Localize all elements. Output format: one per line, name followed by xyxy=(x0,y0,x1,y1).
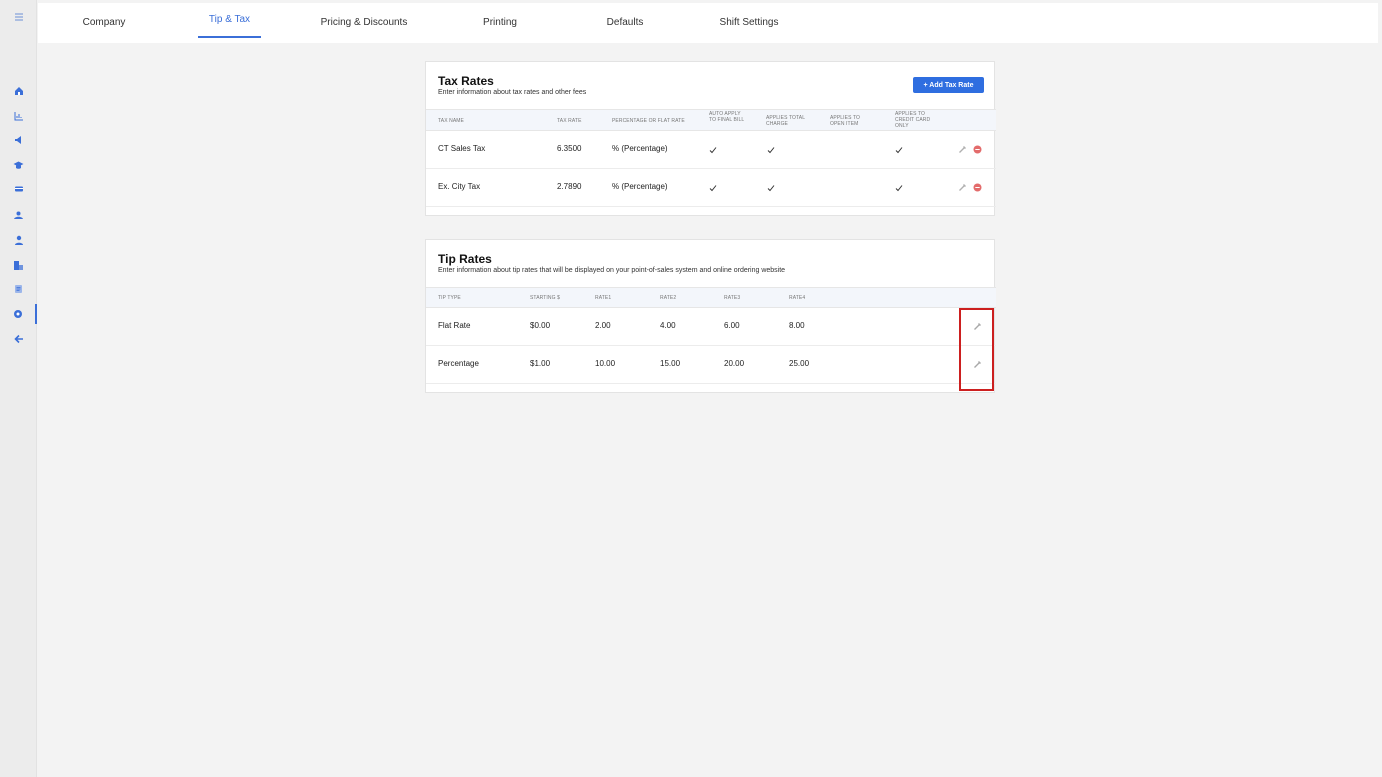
tip-rate4: 25.00 xyxy=(789,359,810,368)
table-row: Percentage $1.00 10.00 15.00 20.00 25.00 xyxy=(426,346,996,384)
table-row: CT Sales Tax 6.3500 % (Percentage) xyxy=(426,131,996,169)
tip-starting: $0.00 xyxy=(530,321,551,330)
column-header: TAX NAME xyxy=(438,118,464,124)
menu-icon[interactable] xyxy=(0,7,37,27)
column-header: AUTO APPLY TO FINAL BILL xyxy=(709,111,745,123)
tip-type: Flat Rate xyxy=(438,321,471,330)
column-header: TIP TYPE xyxy=(438,295,461,301)
table-row: Flat Rate $0.00 2.00 4.00 6.00 8.00 xyxy=(426,308,996,346)
table-row: Ex. City Tax 2.7890 % (Percentage) xyxy=(426,169,996,207)
checkmark-icon xyxy=(767,147,775,154)
tip-rate1: 10.00 xyxy=(595,359,616,368)
tip-rate2: 4.00 xyxy=(660,321,676,330)
tip-rates-subtitle: Enter information about tip rates that w… xyxy=(438,267,786,274)
settings-tab-bar: Company Tip & Tax Pricing & Discounts Pr… xyxy=(38,3,1378,43)
checkmark-icon xyxy=(709,147,717,154)
tab-company[interactable]: Company xyxy=(76,3,132,41)
left-sidebar xyxy=(0,0,37,777)
tab-pricing-discounts[interactable]: Pricing & Discounts xyxy=(316,3,412,41)
checkmark-icon xyxy=(895,147,903,154)
column-header: TAX RATE xyxy=(557,118,582,124)
tax-type: % (Percentage) xyxy=(612,182,668,191)
tip-rates-title: Tip Rates xyxy=(438,252,492,266)
column-header: RATE2 xyxy=(660,295,677,301)
tab-shift-settings[interactable]: Shift Settings xyxy=(714,3,784,41)
checkmark-icon xyxy=(767,185,775,192)
highlight-box xyxy=(959,308,994,391)
column-header: RATE1 xyxy=(595,295,612,301)
tax-name: Ex. City Tax xyxy=(438,182,481,191)
tax-rates-header-row: TAX NAME TAX RATE PERCENTAGE OR FLAT RAT… xyxy=(426,109,996,131)
tip-rate3: 20.00 xyxy=(724,359,745,368)
person-icon[interactable] xyxy=(0,230,37,250)
tip-rates-header-row: TIP TYPE STARTING $ RATE1 RATE2 RATE3 RA… xyxy=(426,287,996,308)
delete-icon[interactable] xyxy=(973,183,982,192)
tip-type: Percentage xyxy=(438,359,479,368)
checkmark-icon xyxy=(895,185,903,192)
gear-icon[interactable] xyxy=(0,304,37,324)
column-header: STARTING $ xyxy=(530,295,560,301)
column-header: APPLIES TO OPEN ITEM xyxy=(830,115,860,127)
column-header: RATE3 xyxy=(724,295,741,301)
tip-rates-card: Tip Rates Enter information about tip ra… xyxy=(425,239,996,393)
tip-rate3: 6.00 xyxy=(724,321,740,330)
tax-type: % (Percentage) xyxy=(612,144,668,153)
tax-rates-title: Tax Rates xyxy=(438,74,494,88)
tax-rate: 6.3500 xyxy=(557,144,582,153)
tab-tip-tax[interactable]: Tip & Tax xyxy=(198,3,261,38)
column-header: APPLIES TOTAL CHARGE xyxy=(766,115,805,127)
add-tax-rate-button[interactable]: + Add Tax Rate xyxy=(913,77,984,93)
tax-rate: 2.7890 xyxy=(557,182,582,191)
delete-icon[interactable] xyxy=(973,145,982,154)
tax-rates-subtitle: Enter information about tax rates and ot… xyxy=(438,89,587,96)
megaphone-icon[interactable] xyxy=(0,130,37,150)
column-header: PERCENTAGE OR FLAT RATE xyxy=(612,118,685,124)
column-header: APPLIES TO CREDIT CARD ONLY xyxy=(895,111,931,129)
card-icon[interactable] xyxy=(0,179,37,199)
tax-name: CT Sales Tax xyxy=(438,144,486,153)
column-header: RATE4 xyxy=(789,295,806,301)
tip-rate4: 8.00 xyxy=(789,321,805,330)
arrow-left-icon[interactable] xyxy=(0,329,37,349)
edit-icon[interactable] xyxy=(958,183,967,192)
tab-printing[interactable]: Printing xyxy=(476,3,524,41)
user-group-icon[interactable] xyxy=(0,205,37,225)
edit-icon[interactable] xyxy=(958,145,967,154)
chart-icon[interactable] xyxy=(0,106,37,126)
buildings-icon[interactable] xyxy=(0,255,37,275)
home-icon[interactable] xyxy=(0,81,37,101)
tip-starting: $1.00 xyxy=(530,359,551,368)
checkmark-icon xyxy=(709,185,717,192)
tab-defaults[interactable]: Defaults xyxy=(598,3,652,41)
tip-rate2: 15.00 xyxy=(660,359,681,368)
document-icon[interactable] xyxy=(0,279,37,299)
tax-rates-card: Tax Rates Enter information about tax ra… xyxy=(425,61,996,216)
tip-rate1: 2.00 xyxy=(595,321,611,330)
graduation-cap-icon[interactable] xyxy=(0,155,37,175)
